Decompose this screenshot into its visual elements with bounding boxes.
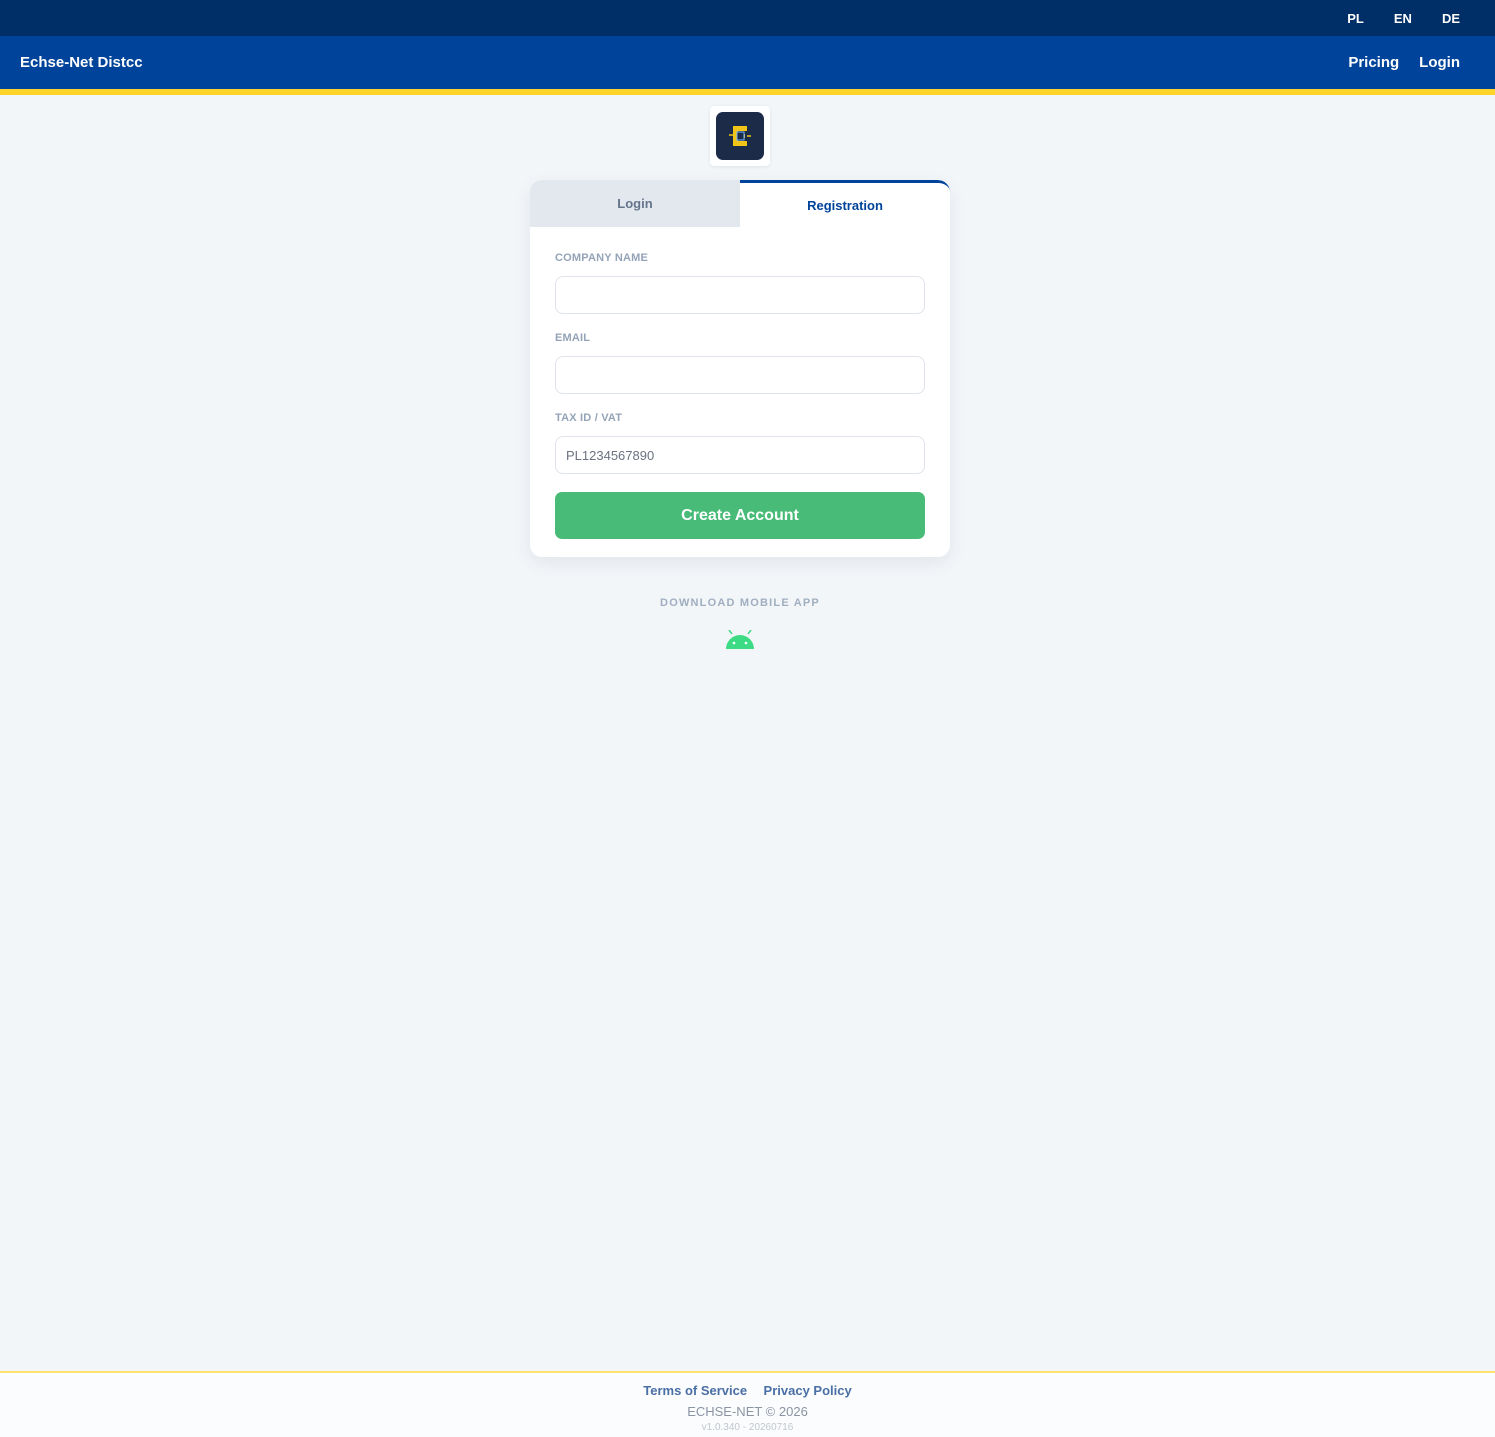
nav-pricing-link[interactable]: Pricing	[1348, 54, 1399, 71]
brand-title[interactable]: Echse-Net Distcc	[20, 54, 143, 71]
company-name-input[interactable]	[555, 276, 925, 314]
tab-registration[interactable]: Registration	[740, 180, 950, 227]
download-app-label: DOWNLOAD MOBILE APP	[660, 597, 820, 609]
page-footer: Terms of Service Privacy Policy ECHSE-NE…	[0, 1371, 1495, 1437]
auth-tabs: Login Registration	[530, 180, 950, 227]
language-bar: PL EN DE	[0, 0, 1495, 36]
footer-links: Terms of Service Privacy Policy	[0, 1382, 1495, 1400]
privacy-link[interactable]: Privacy Policy	[764, 1383, 852, 1398]
android-icon[interactable]	[724, 629, 756, 652]
version-text: v1.0.340 - 20260716	[701, 1422, 794, 1433]
nav-login-link[interactable]: Login	[1419, 54, 1460, 71]
lang-de[interactable]: DE	[1442, 11, 1460, 26]
nav-links: Pricing Login	[1328, 54, 1460, 71]
main-navbar: Echse-Net Distcc Pricing Login	[0, 36, 1495, 95]
create-account-button[interactable]: Create Account	[555, 492, 925, 539]
copyright-text: ECHSE-NET © 2026	[687, 1404, 808, 1419]
tax-id-input[interactable]	[555, 436, 925, 474]
app-logo	[710, 106, 770, 166]
lang-pl[interactable]: PL	[1347, 11, 1364, 26]
auth-card: Login Registration COMPANY NAME EMAIL TA…	[530, 180, 950, 557]
email-label: EMAIL	[555, 332, 591, 344]
tab-login[interactable]: Login	[530, 180, 740, 227]
terms-link[interactable]: Terms of Service	[643, 1383, 747, 1398]
email-input[interactable]	[555, 356, 925, 394]
logo-icon	[716, 112, 764, 160]
registration-form: COMPANY NAME EMAIL TAX ID / VAT Create A…	[530, 227, 950, 539]
lang-en[interactable]: EN	[1394, 11, 1412, 26]
company-name-label: COMPANY NAME	[555, 252, 649, 264]
tax-id-label: TAX ID / VAT	[555, 412, 623, 424]
